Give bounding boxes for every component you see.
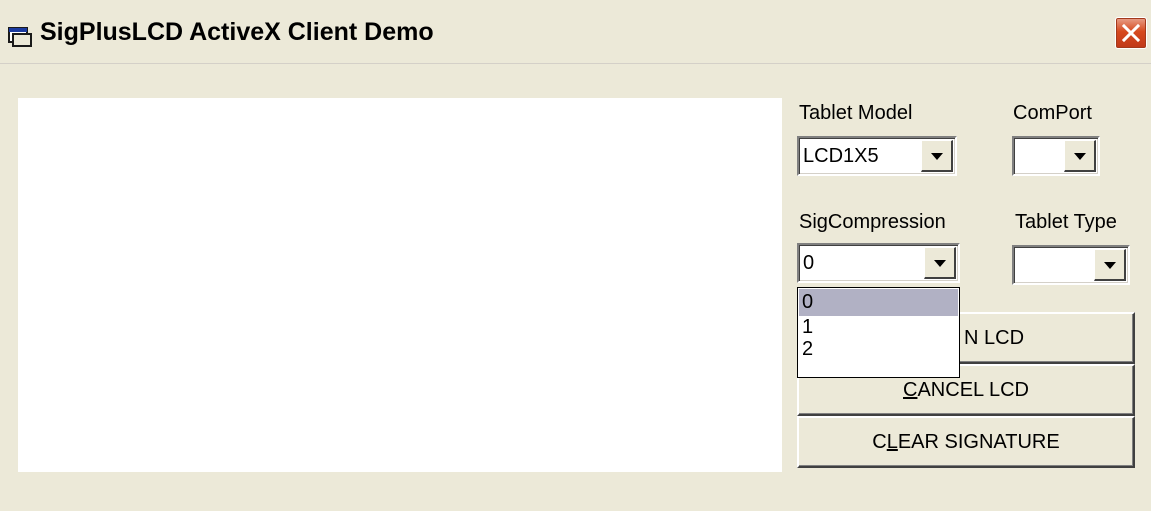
chevron-down-icon [931,153,943,160]
close-button[interactable] [1115,17,1147,49]
clear-signature-accel: L [886,431,898,453]
close-icon [1122,24,1140,42]
chevron-down-icon [1074,153,1086,160]
tablet-model-select[interactable]: LCD1X5 [797,136,957,176]
sig-compression-dropdown-button[interactable] [924,247,956,279]
comport-label: ComPort [1013,102,1092,124]
dropdown-option[interactable]: 0 [799,289,958,316]
cancel-lcd-label: ANCEL LCD [917,379,1029,401]
clear-signature-button[interactable]: CLEAR SIGNATURE [797,416,1135,468]
comport-dropdown-button[interactable] [1064,140,1096,172]
chevron-down-icon [1104,262,1116,269]
comport-select[interactable] [1012,136,1100,176]
tablet-model-label: Tablet Model [799,102,913,124]
sig-compression-label: SigCompression [799,211,946,233]
sig-compression-dropdown-list[interactable]: 0 1 2 [797,287,960,378]
tablet-type-dropdown-button[interactable] [1094,249,1126,281]
window-title: SigPlusLCD ActiveX Client Demo [40,18,434,46]
title-bar[interactable]: SigPlusLCD ActiveX Client Demo [0,0,1151,64]
clear-signature-label: EAR SIGNATURE [897,431,1060,453]
app-window-icon [6,24,32,48]
signature-pad[interactable] [18,98,782,472]
tablet-type-label: Tablet Type [1015,211,1117,233]
chevron-down-icon [934,260,946,267]
sig-compression-value: 0 [803,252,815,274]
app-window: SigPlusLCD ActiveX Client Demo Tablet Mo… [0,0,1151,511]
tablet-model-dropdown-button[interactable] [921,140,953,172]
clear-signature-label-start: C [872,431,887,453]
sign-lcd-label: N LCD [964,327,1025,349]
cancel-lcd-accel: C [903,379,918,401]
dropdown-option[interactable]: 2 [799,338,958,365]
sig-compression-select[interactable]: 0 [797,243,960,283]
tablet-type-select[interactable] [1012,245,1130,285]
tablet-model-value: LCD1X5 [803,145,879,167]
